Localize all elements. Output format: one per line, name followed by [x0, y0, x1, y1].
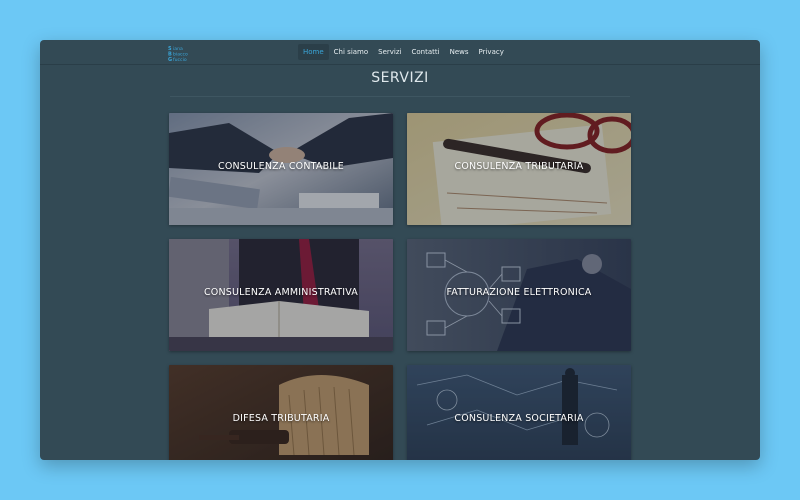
nav-item-home[interactable]: Home: [298, 44, 329, 60]
service-label: DIFESA TRIBUTARIA: [232, 413, 330, 424]
navbar: S B G iana biacco fuccio Home Chi siamo …: [40, 40, 760, 65]
service-label: CONSULENZA SOCIETARIA: [454, 413, 584, 424]
service-card-consulenza-contabile[interactable]: CONSULENZA CONTABILE: [169, 113, 393, 225]
browser-window: S B G iana biacco fuccio Home Chi siamo …: [40, 40, 760, 460]
main-nav: Home Chi siamo Servizi Contatti News Pri…: [298, 44, 509, 60]
nav-item-servizi[interactable]: Servizi: [373, 44, 406, 60]
service-card-consulenza-societaria[interactable]: CONSULENZA SOCIETARIA: [407, 365, 631, 460]
service-label: CONSULENZA AMMINISTRATIVA: [203, 287, 359, 298]
service-card-consulenza-tributaria[interactable]: CONSULENZA TRIBUTARIA: [407, 113, 631, 225]
nav-item-contatti[interactable]: Contatti: [407, 44, 445, 60]
logo-line-1: iana: [173, 46, 183, 52]
nav-item-chi-siamo[interactable]: Chi siamo: [329, 44, 373, 60]
service-card-difesa-tributaria[interactable]: DIFESA TRIBUTARIA: [169, 365, 393, 460]
service-card-fatturazione-elettronica[interactable]: FATTURAZIONE ELETTRONICA: [407, 239, 631, 351]
service-label: FATTURAZIONE ELETTRONICA: [446, 287, 592, 298]
nav-item-privacy[interactable]: Privacy: [474, 44, 509, 60]
page-title: SERVIZI: [371, 70, 429, 86]
logo-line-3: fuccio: [173, 57, 187, 61]
service-card-consulenza-amministrativa[interactable]: CONSULENZA AMMINISTRATIVA: [169, 239, 393, 351]
logo-line-2: biacco: [173, 52, 188, 58]
title-divider: [170, 96, 630, 97]
nav-item-news[interactable]: News: [445, 44, 474, 60]
service-label: CONSULENZA CONTABILE: [217, 161, 345, 172]
site-logo[interactable]: S B G iana biacco fuccio: [168, 44, 204, 61]
service-label: CONSULENZA TRIBUTARIA: [454, 161, 584, 172]
svg-text:G: G: [168, 57, 172, 61]
